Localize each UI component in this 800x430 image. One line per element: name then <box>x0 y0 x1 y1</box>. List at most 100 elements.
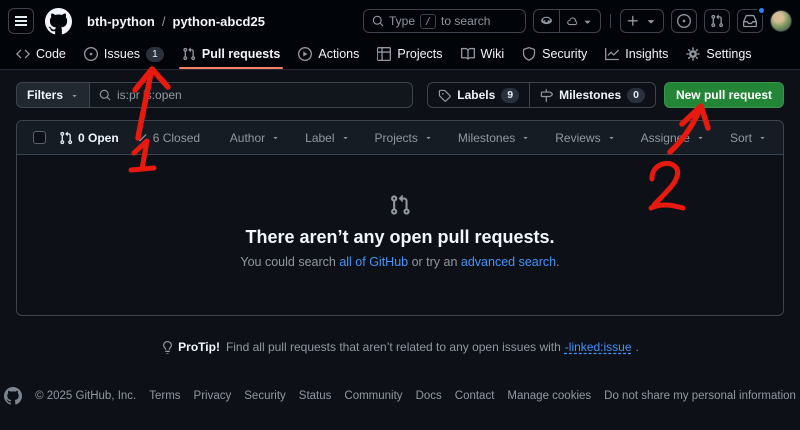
project-icon <box>377 47 391 61</box>
gear-icon <box>686 47 700 61</box>
triangle-down-icon <box>696 133 705 142</box>
inbox-button[interactable] <box>737 9 763 33</box>
footer-copyright: © 2025 GitHub, Inc. <box>35 390 136 402</box>
pr-list-header: 0 Open 6 Closed Author Label Projects Miles… <box>17 121 783 155</box>
breadcrumb-owner[interactable]: bth-python <box>87 14 155 29</box>
footer-link-docs[interactable]: Docs <box>416 390 442 402</box>
milestones-button-label: Milestones <box>559 88 621 102</box>
labels-milestones-group: Labels 9 Milestones 0 <box>427 82 656 108</box>
search-icon <box>99 89 111 101</box>
global-search-input[interactable]: Type / to search <box>363 9 526 33</box>
hamburger-icon <box>15 20 27 22</box>
footer-links: Terms Privacy Security Status Community Docs C… <box>149 390 796 402</box>
search-placeholder-suffix: to search <box>441 14 490 28</box>
closed-filter-link[interactable]: 6 Closed <box>135 131 200 145</box>
user-avatar[interactable] <box>770 10 792 32</box>
breadcrumb-repo[interactable]: python-abcd25 <box>173 14 265 29</box>
tab-settings[interactable]: Settings <box>678 39 759 69</box>
tag-icon <box>438 89 451 102</box>
check-icon <box>135 131 148 144</box>
linked-issue-link[interactable]: -linked:issue <box>565 340 632 354</box>
tab-label: Insights <box>625 47 668 61</box>
main-content: Filters is:pr is:open Labels 9 Milestone… <box>0 70 800 354</box>
pull-request-icon <box>389 194 411 216</box>
list-filter-label: Projects <box>375 131 418 145</box>
copilot-button-group <box>533 9 601 33</box>
pull-request-icon <box>59 131 73 145</box>
list-filter-label: Reviews <box>555 131 600 145</box>
pull-request-icon <box>182 47 196 61</box>
tab-label: Wiki <box>481 47 505 61</box>
list-filter-author[interactable]: Author <box>230 131 280 145</box>
tab-issues[interactable]: Issues1 <box>76 39 172 69</box>
footer-link-do-not-share-my-personal-information[interactable]: Do not share my personal information <box>604 390 796 402</box>
tab-security[interactable]: Security <box>514 39 595 69</box>
tab-code[interactable]: Code <box>8 39 74 69</box>
closed-count-label: 6 Closed <box>153 131 200 145</box>
labels-button-label: Labels <box>457 88 495 102</box>
tab-wiki[interactable]: Wiki <box>453 39 513 69</box>
list-filter-dropdowns: Author Label Projects Milestones Reviews Assi… <box>230 131 767 145</box>
triangle-down-icon <box>271 133 280 142</box>
filter-bar: Filters is:pr is:open Labels 9 Milestone… <box>16 82 784 108</box>
light-bulb-icon <box>161 341 174 354</box>
tab-counter: 1 <box>146 47 164 62</box>
footer-link-security[interactable]: Security <box>244 390 286 402</box>
copilot-menu-button[interactable] <box>559 10 600 32</box>
triangle-down-icon <box>607 133 616 142</box>
search-icon <box>372 15 384 27</box>
repo-nav-tabs: CodeIssues1Pull requestsActions Projects W… <box>8 39 792 69</box>
list-filter-sort[interactable]: Sort <box>730 131 767 145</box>
copilot-button[interactable] <box>534 10 559 32</box>
all-github-link[interactable]: all of GitHub <box>339 255 408 269</box>
tab-pull-requests[interactable]: Pull requests <box>174 39 289 69</box>
tab-label: Security <box>542 47 587 61</box>
advanced-search-link[interactable]: advanced search <box>461 255 556 269</box>
tab-insights[interactable]: Insights <box>597 39 676 69</box>
github-mark-icon <box>45 8 72 35</box>
open-filter-link[interactable]: 0 Open <box>59 131 119 145</box>
github-logo[interactable] <box>45 8 72 35</box>
footer-link-manage-cookies[interactable]: Manage cookies <box>507 390 591 402</box>
pr-search-query: is:pr is:open <box>117 88 182 102</box>
footer-link-terms[interactable]: Terms <box>149 390 180 402</box>
open-count-label: 0 Open <box>78 131 119 145</box>
new-pull-request-button[interactable]: New pull request <box>664 82 784 108</box>
tab-label: Projects <box>397 47 442 61</box>
select-all-checkbox[interactable] <box>33 131 46 144</box>
list-filter-label[interactable]: Label <box>305 131 349 145</box>
milestones-button[interactable]: Milestones 0 <box>529 83 655 107</box>
list-filter-projects[interactable]: Projects <box>375 131 433 145</box>
footer-link-community[interactable]: Community <box>344 390 402 402</box>
footer-link-status[interactable]: Status <box>299 390 332 402</box>
pr-search-input[interactable]: is:pr is:open <box>90 82 413 108</box>
list-filter-milestones[interactable]: Milestones <box>458 131 530 145</box>
breadcrumb: bth-python / python-abcd25 <box>87 14 265 29</box>
header-divider <box>610 14 611 28</box>
list-filter-label: Assignee <box>641 131 690 145</box>
hamburger-menu-button[interactable] <box>8 8 34 34</box>
pr-list-box: 0 Open 6 Closed Author Label Projects Miles… <box>16 120 784 316</box>
global-header: bth-python / python-abcd25 Type / to sea… <box>0 0 800 70</box>
protip-text: Find all pull requests that aren’t relat… <box>226 340 561 354</box>
list-filter-reviews[interactable]: Reviews <box>555 131 615 145</box>
footer: © 2025 GitHub, Inc. Terms Privacy Security… <box>0 387 800 405</box>
footer-link-privacy[interactable]: Privacy <box>194 390 232 402</box>
tab-projects[interactable]: Projects <box>369 39 450 69</box>
empty-state-title: There aren’t any open pull requests. <box>245 227 554 248</box>
filters-dropdown-button[interactable]: Filters <box>16 82 90 108</box>
issue-icon <box>84 47 98 61</box>
footer-link-contact[interactable]: Contact <box>455 390 495 402</box>
empty-state-subtitle: You could search all of GitHub or try an… <box>240 255 559 269</box>
labels-button[interactable]: Labels 9 <box>428 83 529 107</box>
list-filter-label: Label <box>305 131 334 145</box>
create-new-button[interactable] <box>620 9 664 33</box>
pull-requests-dashboard-button[interactable] <box>704 9 730 33</box>
tab-actions[interactable]: Actions <box>290 39 367 69</box>
list-filter-assignee[interactable]: Assignee <box>641 131 705 145</box>
milestone-icon <box>540 89 553 102</box>
protip-label: ProTip! <box>178 340 220 354</box>
milestones-count: 0 <box>627 88 645 103</box>
list-filter-label: Milestones <box>458 131 515 145</box>
issues-dashboard-button[interactable] <box>671 9 697 33</box>
